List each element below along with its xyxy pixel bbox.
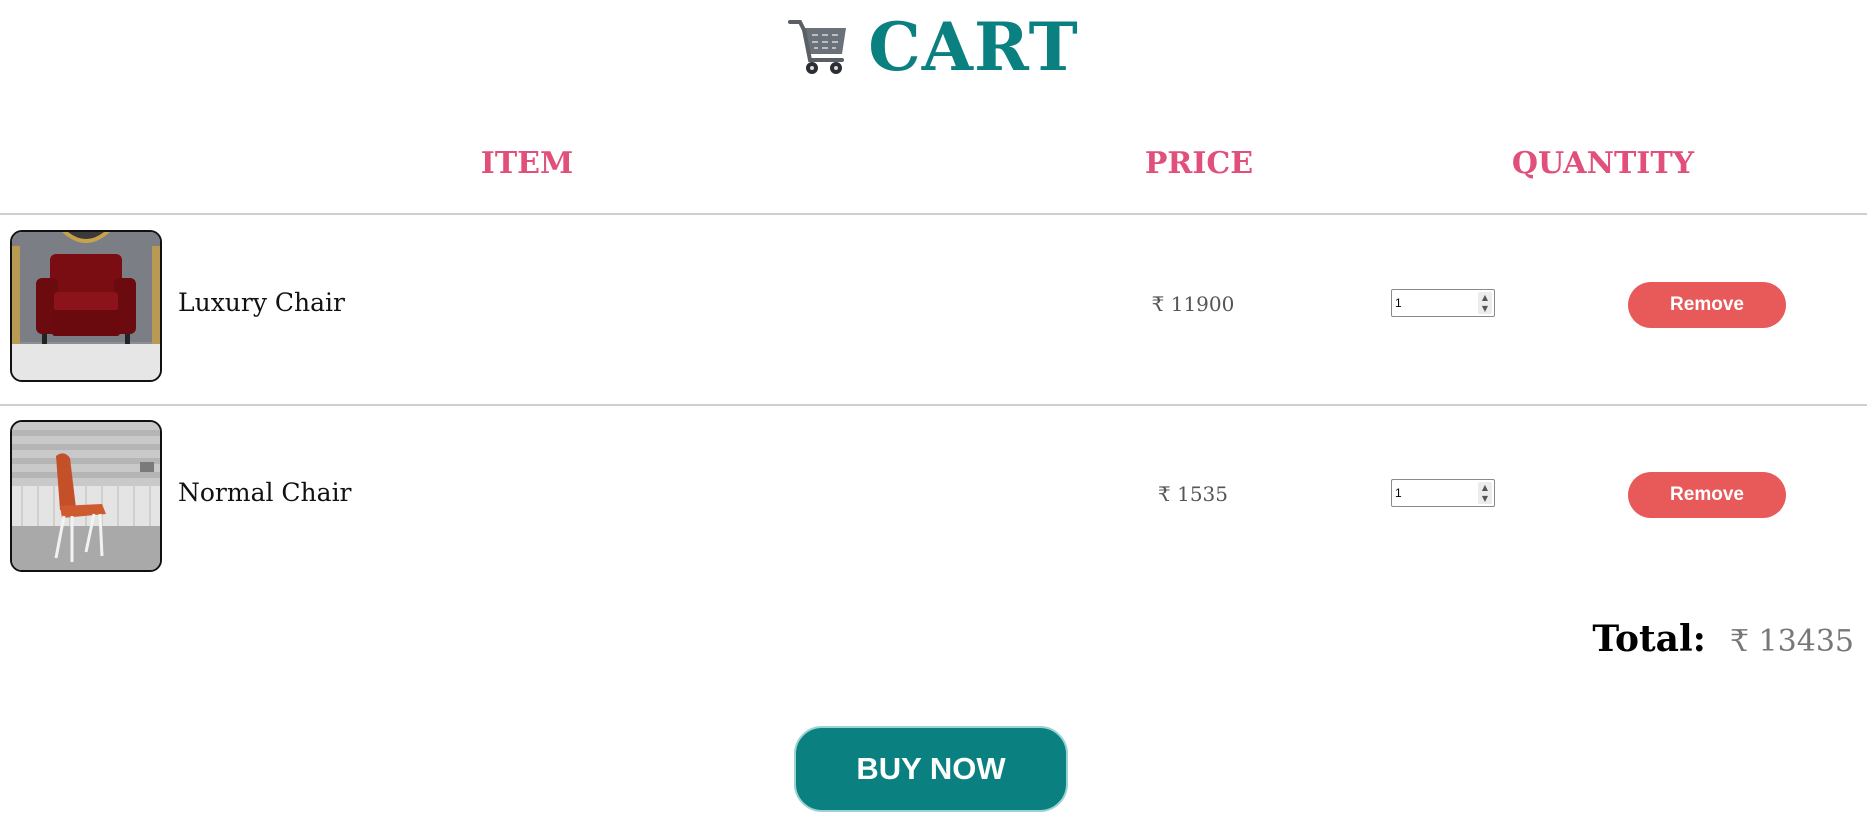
red-armchair-image [10,230,162,382]
quantity-stepper[interactable]: ▲ ▼ [1391,289,1495,317]
column-header-quantity: QUANTITY [1511,146,1695,181]
cart-row: Normal Chair ₹ 1535 ▲ ▼ Remove [0,420,1867,572]
cart-page: CART ITEM PRICE QUANTITY Luxury Chair ₹ … [0,0,1867,828]
shopping-cart-icon [788,16,850,78]
quantity-input[interactable] [1392,290,1475,316]
chevron-down-icon[interactable]: ▼ [1478,493,1492,504]
item-price: ₹ 1535 [1158,482,1228,506]
cart-row: Luxury Chair ₹ 11900 ▲ ▼ Remove [0,230,1867,382]
item-price: ₹ 11900 [1151,292,1235,316]
stepper-arrows[interactable]: ▲ ▼ [1478,482,1492,504]
column-header-price: PRICE [1144,146,1254,181]
quantity-stepper[interactable]: ▲ ▼ [1391,479,1495,507]
total-value: ₹ 13435 [1729,624,1854,659]
item-name: Luxury Chair [178,288,346,317]
chevron-down-icon[interactable]: ▼ [1478,303,1492,314]
column-header-item: ITEM [480,146,574,181]
row-divider [0,404,1867,406]
total-row: Total: ₹ 13435 [1592,618,1854,660]
item-name: Normal Chair [178,478,352,507]
page-title: CART [868,8,1079,86]
page-header: CART [0,8,1867,86]
orange-chair-image [10,420,162,572]
chevron-up-icon[interactable]: ▲ [1478,482,1492,493]
chevron-up-icon[interactable]: ▲ [1478,292,1492,303]
stepper-arrows[interactable]: ▲ ▼ [1478,292,1492,314]
remove-button[interactable]: Remove [1628,282,1786,328]
quantity-input[interactable] [1392,480,1475,506]
buy-now-button[interactable]: BUY NOW [794,726,1068,812]
header-divider [0,213,1867,215]
total-label: Total: [1592,618,1706,660]
remove-button[interactable]: Remove [1628,472,1786,518]
